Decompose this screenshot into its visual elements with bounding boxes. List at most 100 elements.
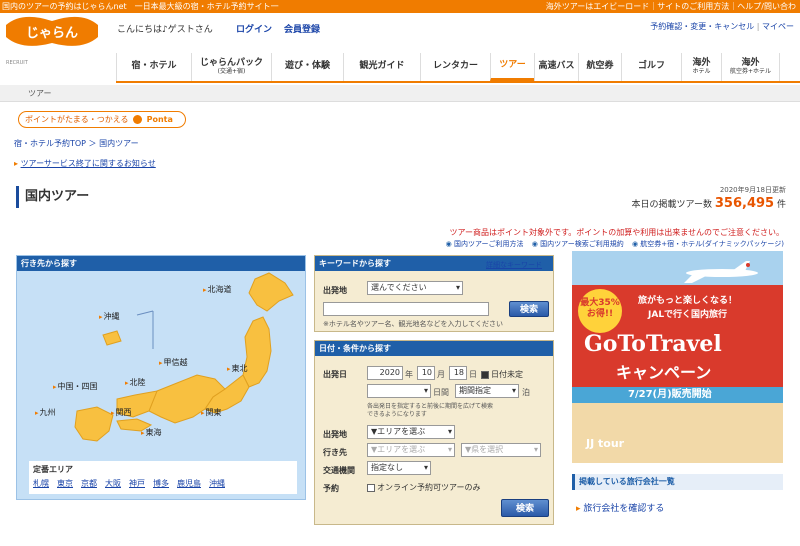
nav-jalan-pack[interactable]: じゃらんパック (交通+宿)	[191, 53, 271, 81]
banner-date: 7/27(月)販売開始	[628, 389, 712, 400]
goto-travel-banner[interactable]: 最大35% お得!! 旅がもっと楽しくなる！ JALで行く国内旅行 GoToTra…	[572, 251, 783, 463]
area-link[interactable]: 神戸	[129, 479, 145, 488]
airplane-illustration	[572, 251, 783, 463]
japan-map[interactable]: 北海道 沖縄 東北 甲信越 北陸 中国・四国 九州 関西 関東 東海	[17, 271, 307, 451]
dt-origin-select[interactable]: ▼エリアを選ぶ	[367, 425, 455, 439]
popular-areas: 定番エリア 札幌 東京 京都 大阪 神戸 博多 鹿児島 沖縄	[29, 461, 297, 494]
pref-hokuriku[interactable]: 北陸	[125, 377, 146, 388]
banner-subtitle: キャンペーン	[616, 363, 712, 382]
jj-tour-logo: JJ tour	[586, 437, 625, 450]
nights-select[interactable]	[367, 384, 431, 398]
transport-label: 交通機関	[323, 466, 355, 475]
area-link[interactable]: 大阪	[105, 479, 121, 488]
area-link[interactable]: 札幌	[33, 479, 49, 488]
map-panel-header: 行き先から探す	[17, 256, 305, 271]
ponta-banner[interactable]: ポイントがたまる・つかえる Ponta	[18, 111, 186, 128]
top-right-links[interactable]: 海外ツアーはエイビーロード｜サイトのご利用方法｜ヘルプ/問い合わ	[546, 0, 796, 13]
global-nav: 宿・ホテル じゃらんパック (交通+宿) 遊び・体験 観光ガイド レンタカー ツア…	[116, 53, 800, 83]
svg-text:じゃらん: じゃらん	[26, 26, 78, 41]
updated-date: 2020年9月18日更新	[719, 186, 786, 194]
greeting-text: こんにちは♪ゲストさん	[117, 25, 213, 35]
pref-koshinetsu[interactable]: 甲信越	[159, 357, 188, 368]
nav-golf[interactable]: ゴルフ	[621, 53, 681, 81]
arrow-right-icon: ▸	[14, 159, 19, 168]
promo-badge: 最大35% お得!!	[578, 289, 622, 333]
site-tagline: 国内のツアーの予約はじゃらんnet 一日本最大級の宿・ホテル予約サイト一	[2, 2, 279, 11]
nav-overseas-hotel[interactable]: 海外 ホテル	[681, 53, 721, 81]
tour-count: 本日の掲載ツアー数 356,495 件	[631, 196, 786, 211]
nav-highway-bus[interactable]: 高速バス	[534, 53, 578, 81]
area-link[interactable]: 鹿児島	[177, 479, 201, 488]
register-link[interactable]: 会員登録	[284, 22, 320, 35]
recruit-logo: RECRUIT	[6, 60, 28, 66]
kw-origin-select[interactable]: 選んでください	[367, 281, 463, 295]
keyword-search-button[interactable]: 検索	[509, 301, 549, 317]
reservation-check-link[interactable]: 予約確認・変更・キャンセル	[650, 22, 754, 31]
guide-link-terms[interactable]: ◉ 国内ツアー検索ご利用規約	[532, 240, 624, 248]
condition-search-button[interactable]: 検索	[501, 499, 549, 517]
booking-label: 予約	[323, 484, 339, 493]
area-link[interactable]: 博多	[153, 479, 169, 488]
help-icon: ◉	[445, 240, 452, 248]
date-condition-panel: 日付・条件から探す 出発日 2020 年 10 月 18 日 日付未定 日間 期…	[314, 340, 554, 525]
keyword-hint: ※ホテル名やツアー名、観光地名などを入力してください	[323, 320, 504, 328]
pref-okinawa[interactable]: 沖縄	[99, 311, 120, 322]
guide-link-dp[interactable]: ◉ 航空券+宿・ホテル(ダイナミックパッケージ)	[632, 240, 784, 248]
nav-overseas-package[interactable]: 海外 航空券+ホテル	[721, 53, 780, 81]
guide-links: ◉ 国内ツアーご利用方法 ◉ 国内ツアー検索ご利用規約 ◉ 航空券+宿・ホテル(…	[440, 239, 784, 249]
nav-sightseeing[interactable]: 観光ガイド	[343, 53, 420, 81]
detail-keyword-link[interactable]: 詳細なキーワード	[486, 260, 542, 270]
top-bar: 国内のツアーの予約はじゃらんnet 一日本最大級の宿・ホテル予約サイト一 海外ツ…	[0, 0, 800, 13]
pref-kanto[interactable]: 関東	[201, 407, 222, 418]
service-end-notice[interactable]: ▸ ツアーサービス終了に関するお知らせ	[14, 158, 156, 169]
companies-header: 掲載している旅行会社一覧	[572, 474, 783, 490]
tour-count-value: 356,495	[714, 196, 775, 211]
ponta-icon	[133, 115, 143, 124]
departure-date-label: 出発日	[323, 370, 347, 379]
area-link[interactable]: 沖縄	[209, 479, 225, 488]
transport-select[interactable]: 指定なし	[367, 461, 431, 475]
pref-tohoku[interactable]: 東北	[227, 363, 248, 374]
dt-dest-label: 行き先	[323, 448, 347, 457]
nav-rentacar[interactable]: レンタカー	[420, 53, 490, 81]
pref-kyushu[interactable]: 九州	[35, 407, 56, 418]
dt-dest-area-select[interactable]: ▼エリアを選ぶ	[367, 443, 455, 457]
pref-kansai[interactable]: 関西	[111, 407, 132, 418]
point-disclaimer: ツアー商品はポイント対象外です。ポイントの加算や利用は出来ませんのでご注意くださ…	[449, 228, 784, 237]
subnav-tour[interactable]: ツアー	[28, 88, 52, 99]
area-link[interactable]: 東京	[57, 479, 73, 488]
nav-airline[interactable]: 航空券	[578, 53, 621, 81]
pref-chugoku-shikoku[interactable]: 中国・四国	[53, 381, 98, 392]
page-title: 国内ツアー	[16, 186, 89, 208]
nav-activities[interactable]: 遊び・体験	[271, 53, 343, 81]
utility-links: 予約確認・変更・キャンセル | マイペー	[650, 22, 794, 31]
mypage-link[interactable]: マイペー	[762, 22, 794, 31]
pref-hokkaido[interactable]: 北海道	[203, 284, 232, 295]
keyword-input[interactable]	[323, 302, 489, 316]
popular-areas-title: 定番エリア	[33, 465, 73, 474]
destination-map-panel: 行き先から探す 北海道 沖縄 東北 甲信越 北陸 中国・四国 九州 関西 関東 …	[16, 255, 306, 500]
nav-tour[interactable]: ツアー	[490, 53, 534, 81]
companies-link[interactable]: ▸ 旅行会社を確認する	[576, 501, 664, 514]
breadcrumb[interactable]: 宿・ホテル予約TOP ＞ 国内ツアー	[14, 138, 139, 149]
date-hint-2: できるようになります	[367, 411, 427, 418]
dt-dest-pref-select[interactable]: ▼県を選択	[461, 443, 541, 457]
dt-origin-label: 出発地	[323, 430, 347, 439]
sub-nav: ツアー	[0, 85, 800, 102]
jalan-logo[interactable]: じゃらん	[2, 15, 102, 51]
banner-title: GoToTravel	[584, 331, 722, 357]
arrow-right-icon: ▸	[576, 504, 581, 514]
date-undecided-checkbox[interactable]: 日付未定	[481, 369, 523, 380]
date-panel-header: 日付・条件から探す	[315, 341, 553, 356]
kw-origin-label: 出発地	[323, 286, 347, 295]
area-link[interactable]: 京都	[81, 479, 97, 488]
nav-hotel[interactable]: 宿・ホテル	[116, 53, 191, 81]
pref-tokai[interactable]: 東海	[141, 427, 162, 438]
period-select[interactable]: 期間指定	[455, 384, 519, 398]
year-input[interactable]: 2020	[367, 366, 403, 380]
guide-link-usage[interactable]: ◉ 国内ツアーご利用方法	[446, 240, 524, 248]
month-input[interactable]: 10	[417, 366, 435, 380]
login-link[interactable]: ログイン	[236, 22, 272, 35]
online-only-checkbox[interactable]: オンライン予約可ツアーのみ	[367, 482, 481, 493]
day-input[interactable]: 18	[449, 366, 467, 380]
